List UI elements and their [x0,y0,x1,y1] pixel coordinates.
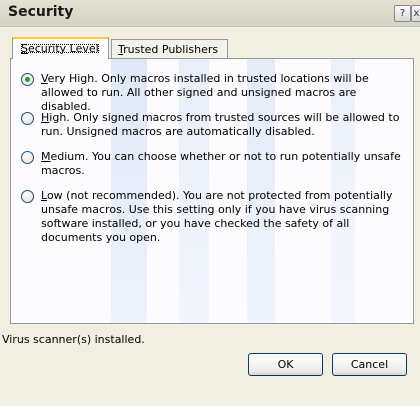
tab-security-level-label: Security Level [20,42,99,55]
radio-low[interactable] [21,190,34,203]
option-very-high-label: Very High. Only macros installed in trus… [41,72,369,113]
security-level-panel: Very High. Only macros installed in trus… [10,58,414,324]
title-bar[interactable]: Security ? x [0,0,420,27]
option-high-label: High. Only signed macros from trusted so… [41,111,400,138]
ok-button[interactable]: OK [248,353,323,376]
close-icon: x [413,8,420,19]
option-low-label: Low (not recommended). You are not prote… [41,189,393,244]
close-button[interactable]: x [411,5,420,22]
radio-high[interactable] [21,112,34,125]
security-dialog: Security ? x Security Level Trusted Publ… [0,0,420,406]
tab-security-level[interactable]: Security Level [12,37,109,59]
radio-medium[interactable] [21,151,34,164]
cancel-button[interactable]: Cancel [332,353,407,376]
tab-trusted-publishers[interactable]: Trusted Publishers [111,39,228,59]
virus-scanner-status: Virus scanner(s) installed. [2,333,145,346]
dialog-title: Security [8,4,74,20]
help-button[interactable]: ? [394,5,411,22]
tab-trusted-publishers-label: Trusted Publishers [118,43,219,56]
option-medium-label: Medium. You can choose whether or not to… [41,150,401,177]
radio-very-high[interactable] [21,73,34,86]
